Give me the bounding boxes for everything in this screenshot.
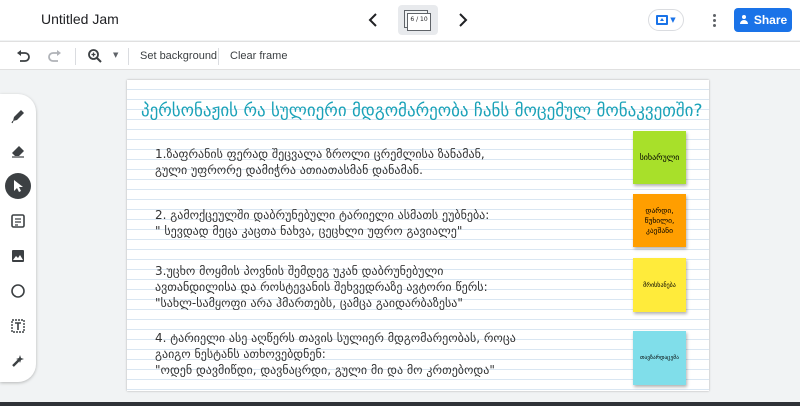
cursor-icon — [14, 180, 23, 192]
toolbar-divider — [75, 48, 76, 65]
circle-icon — [11, 284, 25, 298]
toolbar-divider — [128, 48, 129, 65]
share-button[interactable]: Share — [734, 8, 792, 32]
more-options-button[interactable] — [709, 10, 719, 30]
quote-line: " სევდად მეცა კაცთა ნახვა, ცეცხლი უფრო გ… — [155, 224, 463, 238]
person-icon — [739, 15, 749, 25]
sticky-note-tool[interactable] — [5, 208, 31, 234]
quote-line: 3.უცხო მოყმის პოვნის შემდეგ უკან დაბრუნე… — [155, 264, 444, 278]
dot-icon — [712, 23, 716, 27]
top-bar: Untitled Jam 6 / 10 ▼ Share — [0, 0, 800, 40]
image-icon — [12, 250, 24, 262]
frame-thumbnail[interactable]: 6 / 10 — [398, 5, 438, 35]
sticky-note-anger[interactable]: მრისხანება — [633, 258, 686, 312]
present-button[interactable]: ▼ — [648, 9, 684, 31]
shape-tool[interactable] — [5, 278, 31, 304]
frame-counter: 6 / 10 — [410, 16, 428, 23]
quote-line: 2. გამოქცეულში დაბრუნებული ტარიელი ასმათ… — [155, 208, 490, 222]
share-label: Share — [753, 13, 788, 27]
redo-icon — [48, 50, 61, 62]
sticky-note-joy[interactable]: სიხარული — [633, 131, 686, 184]
undo-button[interactable] — [15, 48, 31, 64]
text-box-icon — [11, 319, 25, 333]
present-icon — [656, 15, 669, 25]
redo-button[interactable] — [47, 48, 63, 64]
toolbar: ▼ Set background Clear frame — [0, 41, 800, 70]
quote-line: 1.ზაფრანის ფერად შეცვალა ზროლი ცრემლისა … — [155, 147, 485, 161]
toolbar-divider — [218, 48, 219, 65]
frame-heading: პერსონაჟის რა სულიერი მდგომარეობა ჩანს მ… — [141, 101, 703, 121]
tool-rail — [0, 94, 36, 382]
zoom-button[interactable] — [87, 48, 103, 64]
pen-tool[interactable] — [5, 103, 31, 129]
bottom-strip — [0, 402, 800, 406]
present-caret-icon: ▼ — [670, 16, 676, 24]
undo-icon — [17, 50, 30, 62]
zoom-caret-icon[interactable]: ▼ — [113, 51, 118, 59]
chevron-left-icon — [368, 13, 377, 27]
image-tool[interactable] — [5, 243, 31, 269]
quote-line: 4. ტარიელი ასე აღწერს თავის სულიერ მდგომ… — [155, 331, 516, 345]
dot-icon — [712, 18, 716, 22]
jam-title[interactable]: Untitled Jam — [41, 11, 119, 27]
quote-item-3: 3.უცხო მოყმის პოვნის შემდეგ უკან დაბრუნე… — [155, 263, 545, 311]
text-box-tool[interactable] — [5, 313, 31, 339]
clear-frame-button[interactable]: Clear frame — [230, 50, 287, 62]
laser-tool[interactable] — [5, 348, 31, 374]
laser-icon — [12, 355, 24, 367]
quote-line: გაიგო ნესტანს ათხოვებდნენ: — [155, 347, 326, 361]
sticky-note-icon — [11, 214, 25, 228]
quote-item-1: 1.ზაფრანის ფერად შეცვალა ზროლი ცრემლისა … — [155, 146, 545, 178]
set-background-button[interactable]: Set background — [140, 50, 217, 62]
chevron-right-icon — [459, 13, 468, 27]
next-frame-button[interactable] — [452, 9, 474, 31]
quote-item-2: 2. გამოქცეულში დაბრუნებული ტარიელი ასმათ… — [155, 207, 545, 239]
prev-frame-button[interactable] — [362, 9, 384, 31]
jam-frame-canvas[interactable]: პერსონაჟის რა სულიერი მდგომარეობა ჩანს მ… — [127, 80, 709, 391]
quote-line: "ოდენ დავმიწდი, დავნაცრდი, გული მი და მო… — [155, 363, 495, 377]
quote-line: "სახლ-სამყოფი არა ჰმართებს, ცამცა გაიდარ… — [155, 296, 463, 310]
quote-line: ავთანდილისა და როსტევანის შეხვედრაზე ავტ… — [155, 280, 488, 294]
eraser-icon — [12, 146, 24, 158]
sticky-note-shock[interactable]: თავზარდაცემა — [633, 331, 686, 385]
zoom-icon — [88, 49, 102, 63]
quote-line: გული უფრორე დამიჭრა ათიათასმან დანამან. — [155, 163, 423, 177]
pen-icon — [11, 110, 24, 124]
eraser-tool[interactable] — [5, 138, 31, 164]
select-tool[interactable] — [5, 173, 31, 199]
quote-item-4: 4. ტარიელი ასე აღწერს თავის სულიერ მდგომ… — [155, 330, 545, 378]
dot-icon — [712, 13, 716, 17]
sticky-note-sorrow[interactable]: დარდი, წუხილი, კაეშანი — [633, 194, 686, 247]
